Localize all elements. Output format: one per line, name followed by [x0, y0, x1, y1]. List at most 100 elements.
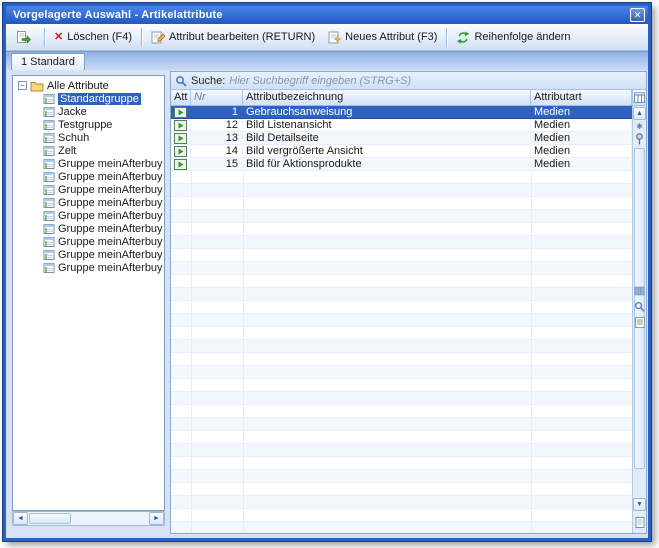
- search-label: Suche:: [191, 75, 225, 87]
- tree-item[interactable]: Gruppe meinAfterbuy ART00076: [13, 196, 164, 209]
- toolbar-separator: [446, 28, 447, 47]
- search-icon: [175, 75, 187, 87]
- grid-row[interactable]: 15 Bild für Aktionsprodukte Medien: [171, 158, 632, 171]
- tree-item[interactable]: Gruppe meinAfterbuy ART00079: [13, 222, 164, 235]
- grid-row[interactable]: 12 Bild Listenansicht Medien: [171, 119, 632, 132]
- tab-standard[interactable]: 1 Standard: [11, 53, 85, 70]
- grid-cell-name: Bild für Aktionsprodukte: [243, 158, 531, 170]
- grid-cell-name: Bild vergrößerte Ansicht: [243, 145, 531, 157]
- reorder-icon: [456, 31, 470, 44]
- grid-cell-nr: 15: [191, 158, 243, 170]
- column-header-nr[interactable]: Nr: [191, 90, 243, 105]
- attribute-group-icon: [43, 262, 55, 274]
- grid-row[interactable]: 13 Bild Detailseite Medien: [171, 132, 632, 145]
- page-icon[interactable]: [633, 517, 646, 530]
- attribute-group-icon: [43, 158, 55, 170]
- tree-item[interactable]: Jacke: [13, 105, 164, 118]
- grid-cell-art: Medien: [531, 119, 632, 131]
- edit-attribute-button[interactable]: Attribut bearbeiten (RETURN): [145, 26, 321, 48]
- tree-root-label: Alle Attribute: [47, 80, 109, 92]
- delete-icon: ✕: [54, 32, 63, 43]
- zoom-icon[interactable]: [634, 301, 645, 312]
- tree-item[interactable]: Gruppe meinAfterbuy ART00082: [13, 261, 164, 274]
- attribute-group-icon: [43, 132, 55, 144]
- new-icon: [327, 30, 341, 44]
- media-icon: [171, 106, 191, 118]
- dialog-window: Vorgelagerte Auswahl - Artikelattribute …: [3, 3, 651, 541]
- grid-cell-name: Bild Listenansicht: [243, 119, 531, 131]
- tree-item[interactable]: Standardgruppe: [13, 92, 164, 105]
- grid-cell-nr: 14: [191, 145, 243, 157]
- tree-item[interactable]: Gruppe meinAfterbuy ART00075: [13, 183, 164, 196]
- close-icon: ✕: [634, 10, 642, 20]
- content-area: − Alle Attribute Standardgruppe Jacke Te…: [6, 70, 648, 538]
- grid-row[interactable]: 14 Bild vergrößerte Ansicht Medien: [171, 145, 632, 158]
- scroll-left-button[interactable]: ◄: [13, 512, 28, 525]
- media-icon: [171, 132, 191, 144]
- column-separator: [243, 171, 244, 533]
- media-icon: [171, 158, 191, 170]
- edit-icon: [151, 30, 165, 44]
- column-chooser-button[interactable]: [632, 90, 646, 105]
- column-separator: [191, 171, 192, 533]
- attribute-group-icon: [43, 249, 55, 261]
- grid-cell-art: Medien: [531, 132, 632, 144]
- folder-icon: [30, 80, 44, 92]
- notes-icon[interactable]: [635, 317, 645, 328]
- tree-item[interactable]: Schuh: [13, 131, 164, 144]
- grid-row[interactable]: 1 Gebrauchsanweisung Medien: [171, 106, 632, 119]
- column-header-att[interactable]: Att: [171, 90, 191, 105]
- reorder-button[interactable]: Reihenfolge ändern: [450, 26, 576, 48]
- pin-icon[interactable]: [633, 133, 646, 147]
- tree-item[interactable]: Gruppe meinAfterbuy ART00074: [13, 170, 164, 183]
- grid-cell-nr: 12: [191, 119, 243, 131]
- attribute-group-icon: [43, 119, 55, 131]
- tree-item[interactable]: Gruppe meinAfterbuy ART00081: [13, 248, 164, 261]
- grid-cell-art: Medien: [531, 145, 632, 157]
- grid-vertical-scrollbar[interactable]: ▲ ✱ ▼: [632, 106, 646, 533]
- media-icon: [171, 119, 191, 131]
- search-input[interactable]: [229, 74, 630, 88]
- titlebar[interactable]: Vorgelagerte Auswahl - Artikelattribute …: [6, 6, 648, 24]
- window-title: Vorgelagerte Auswahl - Artikelattribute: [13, 9, 223, 21]
- scrollbar-track[interactable]: [28, 512, 149, 525]
- toolbar-separator: [141, 28, 142, 47]
- delete-button[interactable]: ✕ Löschen (F4): [48, 26, 138, 48]
- toolbar-separator: [44, 28, 45, 47]
- attributes-grid: Suche: Att Nr Attributbezeichnung Attrib…: [170, 71, 647, 534]
- grid-icon: [634, 92, 645, 103]
- column-header-bezeichnung[interactable]: Attributbezeichnung: [243, 90, 531, 105]
- attribute-group-icon: [43, 171, 55, 183]
- attribute-group-icon: [43, 223, 55, 235]
- scrollbar-thumb[interactable]: [29, 513, 71, 524]
- attribute-group-icon: [43, 145, 55, 157]
- attribute-group-icon: [43, 106, 55, 118]
- search-bar: Suche:: [171, 72, 646, 90]
- columns-icon[interactable]: [634, 286, 645, 296]
- tree-root-item[interactable]: − Alle Attribute: [13, 79, 164, 92]
- tree-horizontal-scrollbar[interactable]: ◄ ►: [12, 511, 165, 526]
- collapse-icon[interactable]: −: [18, 81, 27, 90]
- scroll-down-button[interactable]: ▼: [633, 498, 646, 511]
- attribute-group-icon: [43, 93, 55, 105]
- column-header-art[interactable]: Attributart: [531, 90, 632, 105]
- attribute-group-icon: [43, 236, 55, 248]
- tree-item[interactable]: Zelt: [13, 144, 164, 157]
- tree-item[interactable]: Gruppe meinAfterbuy ART00078: [13, 209, 164, 222]
- tree-item[interactable]: Gruppe meinAfterbuy ART00073: [13, 157, 164, 170]
- apply-icon: [16, 30, 31, 44]
- column-separator: [531, 171, 532, 533]
- attribute-group-icon: [43, 210, 55, 222]
- attribute-group-icon: [43, 197, 55, 209]
- toolbar: ✕ Löschen (F4) Attribut bearbeiten (RETU…: [6, 24, 648, 51]
- scroll-right-button[interactable]: ►: [149, 512, 164, 525]
- grid-cell-name: Bild Detailseite: [243, 132, 531, 144]
- tree-item[interactable]: Testgruppe: [13, 118, 164, 131]
- apply-button[interactable]: [10, 26, 41, 48]
- new-attribute-button[interactable]: Neues Attribut (F3): [321, 26, 443, 48]
- scroll-up-button[interactable]: ▲: [633, 107, 646, 120]
- close-button[interactable]: ✕: [630, 8, 645, 22]
- media-icon: [171, 145, 191, 157]
- asterisk-icon[interactable]: ✱: [633, 122, 646, 131]
- tree-item[interactable]: Gruppe meinAfterbuy ART00080: [13, 235, 164, 248]
